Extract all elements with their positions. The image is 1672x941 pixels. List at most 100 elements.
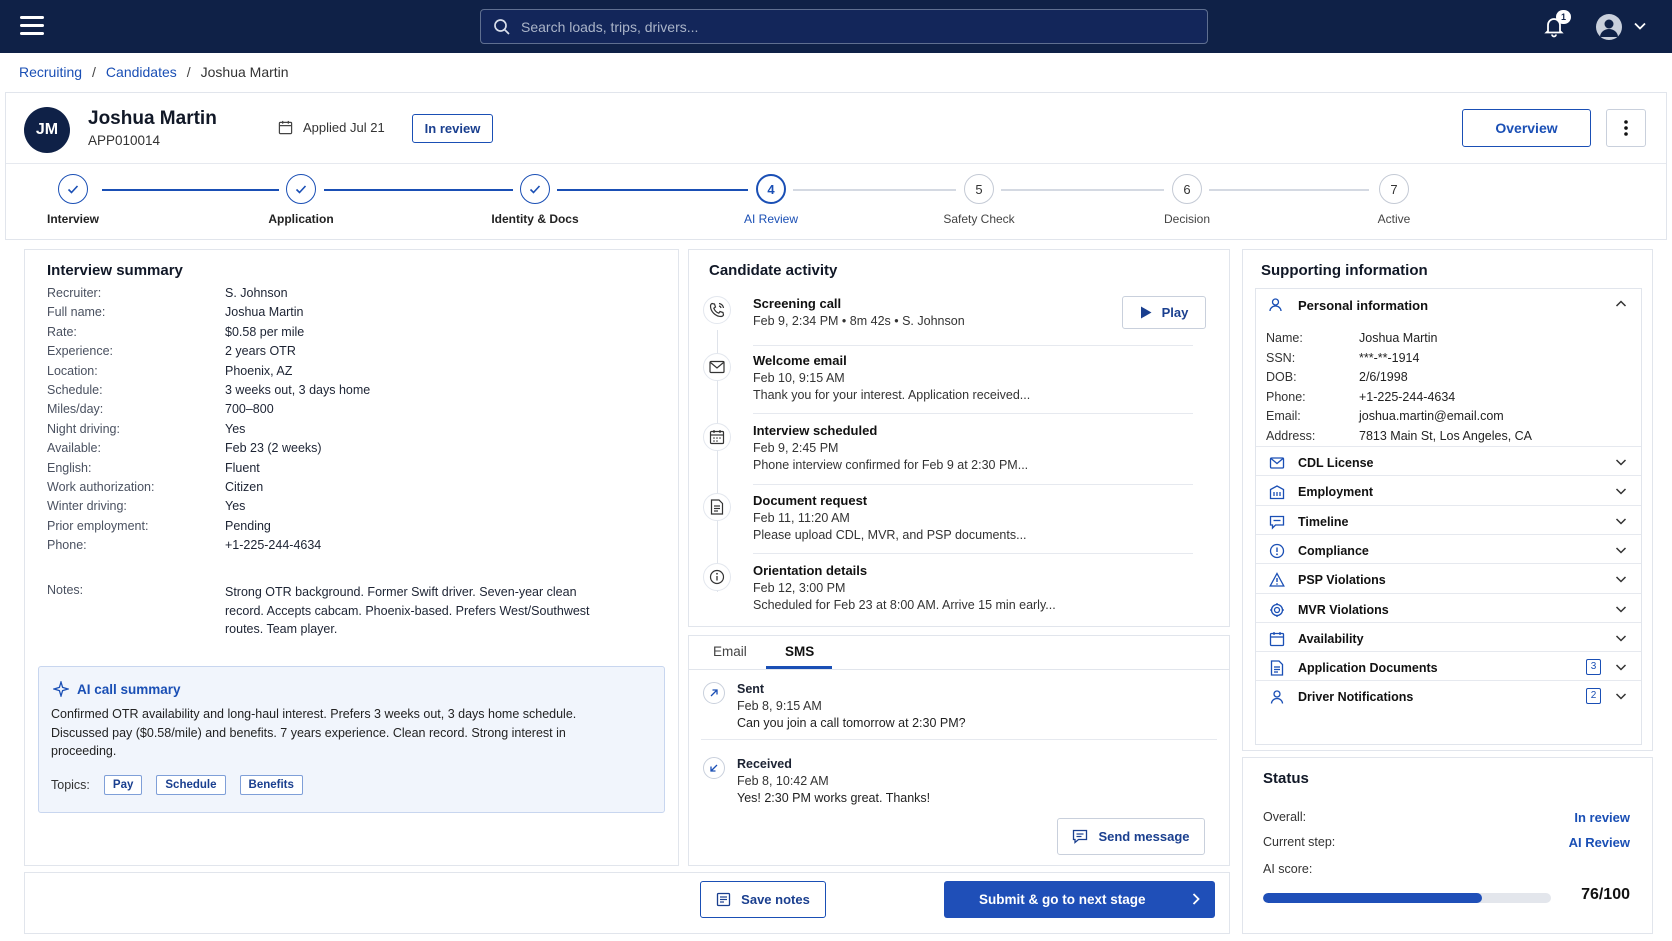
ai-score-fill bbox=[1263, 893, 1482, 903]
interview-field-value: $0.58 per mile bbox=[225, 324, 305, 339]
chevron-down-icon[interactable] bbox=[1615, 545, 1627, 555]
interview-field-value: Feb 23 (2 weeks) bbox=[225, 441, 322, 456]
message-text: Yes! 2:30 PM works great. Thanks! bbox=[737, 791, 931, 805]
current-step-value[interactable]: AI Review bbox=[1569, 835, 1630, 850]
user-avatar[interactable] bbox=[1596, 14, 1622, 40]
step-safety-check[interactable]: 5 Safety Check bbox=[914, 174, 1044, 226]
accordion-cdl-license[interactable]: CDL License bbox=[1256, 446, 1641, 477]
play-recording-button[interactable]: Play bbox=[1122, 296, 1206, 329]
interview-field-value: +1-225-244-4634 bbox=[225, 538, 322, 553]
interview-summary-title: Interview summary bbox=[47, 262, 183, 279]
chevron-right-icon bbox=[1192, 893, 1200, 905]
accordion-employment[interactable]: Employment bbox=[1256, 475, 1641, 506]
accordion-label: Application Documents bbox=[1298, 661, 1438, 676]
interview-field-value: S. Johnson bbox=[225, 286, 288, 300]
breadcrumb: Recruiting / Candidates / Joshua Martin bbox=[19, 64, 289, 80]
status-panel: Status Overall: In review Current step: … bbox=[1242, 757, 1653, 934]
step-identity-docs[interactable]: Identity & Docs bbox=[470, 174, 600, 226]
user-icon bbox=[1600, 19, 1618, 37]
activity-desc: Please upload CDL, MVR, and PSP document… bbox=[753, 528, 1027, 542]
interview-field-label: Experience: bbox=[47, 344, 114, 359]
step-active[interactable]: 7 Active bbox=[1329, 174, 1459, 226]
chevron-down-icon[interactable] bbox=[1615, 486, 1627, 496]
calendar-icon bbox=[703, 423, 731, 451]
accordion-availability[interactable]: Availability bbox=[1256, 621, 1641, 653]
topic-chip-benefits[interactable]: Benefits bbox=[239, 775, 303, 795]
chevron-down-icon[interactable] bbox=[1615, 574, 1627, 584]
applied-date: Applied Jul 21 bbox=[278, 120, 385, 135]
arrow-up-right-icon bbox=[703, 682, 725, 704]
info-icon bbox=[703, 563, 731, 591]
submit-next-stage-button[interactable]: Submit & go to next stage bbox=[944, 881, 1215, 918]
breadcrumb-candidates[interactable]: Candidates bbox=[106, 64, 177, 80]
chevron-down-icon[interactable] bbox=[1615, 604, 1627, 614]
candidate-avatar: JM bbox=[24, 107, 70, 153]
interview-field-value: Yes bbox=[225, 499, 246, 514]
step-label: Active bbox=[1377, 212, 1411, 226]
step-ai-review[interactable]: 4 AI Review bbox=[706, 174, 836, 226]
supporting-information-title: Supporting information bbox=[1261, 262, 1428, 279]
personal-info-label: Name: bbox=[1266, 331, 1303, 345]
ai-call-summary-title: AI call summary bbox=[53, 681, 181, 697]
personal-info-header[interactable]: Personal information bbox=[1256, 289, 1641, 320]
accordion-compliance[interactable]: Compliance bbox=[1256, 533, 1641, 565]
tab-email[interactable]: Email bbox=[713, 644, 747, 659]
interview-field-value: Citizen bbox=[225, 480, 264, 494]
send-message-button[interactable]: Send message bbox=[1057, 818, 1205, 855]
notes-icon bbox=[717, 892, 731, 907]
chevron-down-icon[interactable] bbox=[1615, 691, 1627, 701]
interview-field-value: 700–800 bbox=[225, 402, 274, 417]
personal-info-value: 7813 Main St, Los Angeles, CA bbox=[1359, 428, 1533, 443]
overview-button[interactable]: Overview bbox=[1462, 109, 1591, 147]
accordion-psp-violations[interactable]: PSP Violations bbox=[1256, 563, 1641, 594]
chevron-down-icon[interactable] bbox=[1615, 516, 1627, 526]
interview-field-label: Recruiter: bbox=[47, 286, 102, 300]
interview-field-label: Miles/day: bbox=[47, 402, 104, 417]
interview-field-label: Winter driving: bbox=[47, 499, 127, 514]
accordion-timeline[interactable]: Timeline bbox=[1256, 504, 1641, 536]
save-notes-button[interactable]: Save notes bbox=[700, 881, 826, 918]
interview-field-label: Available: bbox=[47, 441, 101, 456]
interview-field-label: Work authorization: bbox=[47, 480, 155, 494]
send-message-label: Send message bbox=[1098, 829, 1190, 844]
status-title: Status bbox=[1263, 770, 1309, 787]
step-application[interactable]: Application bbox=[236, 174, 366, 226]
step-label: AI Review bbox=[743, 212, 799, 226]
chevron-down-icon[interactable] bbox=[1615, 633, 1627, 643]
step-interview[interactable]: Interview bbox=[8, 174, 138, 226]
accordion-label: PSP Violations bbox=[1298, 573, 1386, 588]
step-decision[interactable]: 6 Decision bbox=[1122, 174, 1252, 226]
interview-field-label: Location: bbox=[47, 363, 98, 378]
more-options-button[interactable] bbox=[1606, 109, 1646, 147]
accordion-driver-notifications[interactable]: Driver Notifications 2 bbox=[1256, 680, 1641, 711]
message-title: Received bbox=[737, 757, 792, 771]
save-notes-label: Save notes bbox=[741, 892, 810, 907]
search-input[interactable] bbox=[521, 18, 1161, 35]
overall-value[interactable]: In review bbox=[1574, 810, 1630, 825]
accordion-mvr-violations[interactable]: MVR Violations bbox=[1256, 592, 1641, 624]
phone-icon bbox=[703, 296, 731, 324]
activity-title: Screening call bbox=[753, 296, 842, 311]
activity-desc: Scheduled for Feb 23 at 8:00 AM. Arrive … bbox=[753, 598, 1056, 612]
topic-chip-schedule[interactable]: Schedule bbox=[156, 775, 226, 795]
accordion-label: Timeline bbox=[1298, 514, 1349, 529]
tab-sms[interactable]: SMS bbox=[785, 644, 814, 659]
step-label: Safety Check bbox=[943, 212, 1015, 226]
play-icon bbox=[1140, 306, 1152, 319]
chevron-down-icon[interactable] bbox=[1615, 662, 1627, 672]
step-number: 4 bbox=[756, 174, 786, 204]
mail-icon bbox=[703, 353, 731, 381]
breadcrumb-recruiting[interactable]: Recruiting bbox=[19, 64, 82, 80]
chevron-down-icon[interactable] bbox=[1633, 19, 1647, 33]
current-step-label: Current step: bbox=[1263, 835, 1336, 849]
topic-chip-pay[interactable]: Pay bbox=[103, 775, 143, 795]
accordion-application-documents[interactable]: Application Documents 3 bbox=[1256, 651, 1641, 682]
notes-text: Strong OTR background. Former Swift driv… bbox=[225, 583, 590, 639]
chevron-down-icon[interactable] bbox=[1615, 457, 1627, 467]
activity-divider bbox=[753, 553, 1193, 554]
overall-label: Overall: bbox=[1263, 810, 1307, 824]
chevron-up-icon[interactable] bbox=[1615, 299, 1627, 309]
top-navigation-bar: 1 bbox=[0, 0, 1672, 53]
menu-icon[interactable] bbox=[20, 16, 44, 36]
search-bar[interactable] bbox=[480, 9, 1208, 44]
